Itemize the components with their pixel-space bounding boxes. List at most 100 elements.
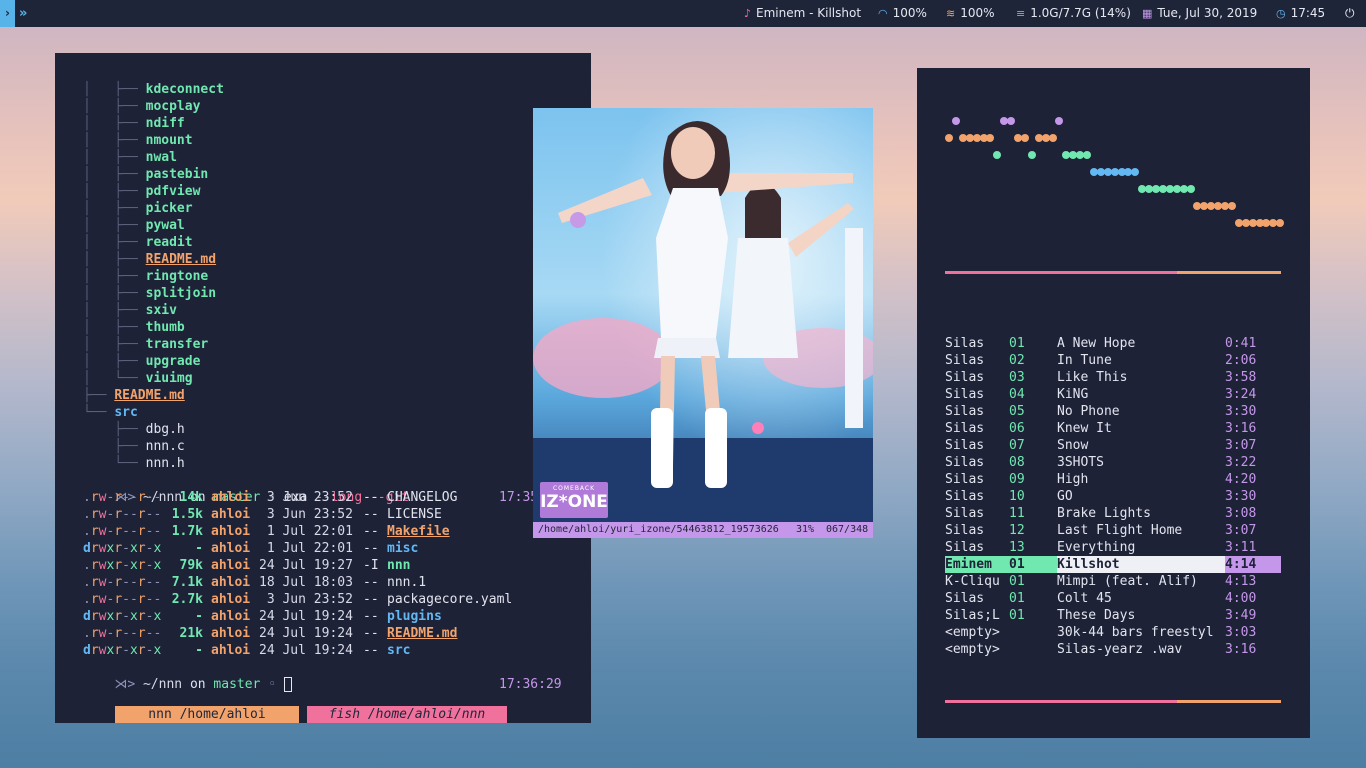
file-size: - (195, 643, 203, 658)
tree-entry-name[interactable]: nwal (146, 150, 177, 165)
file-name[interactable]: Makefile (387, 523, 450, 540)
tree-entry-name[interactable]: mocplay (146, 99, 201, 114)
file-name[interactable]: nnn (387, 557, 410, 574)
playlist-row[interactable]: Silas 11 Brake Lights 3:08 (945, 505, 1281, 522)
prompt-path: ~/nnn (142, 677, 183, 692)
track-number: 03 (1009, 370, 1025, 385)
playlist-row[interactable]: Silas 01 A New Hope 0:41 (945, 335, 1281, 352)
tree-entry-name[interactable]: ringtone (146, 269, 209, 284)
tree-line: │ ├── README.md (83, 251, 216, 268)
memory-module[interactable]: ≡ 1.0G/7.7G (14%) (1016, 0, 1131, 27)
tree-branch: │ ├── (83, 116, 146, 131)
file-name[interactable]: CHANGELOG (387, 489, 457, 506)
power-icon[interactable]: ⏻ (1345, 0, 1355, 27)
playlist-row[interactable]: Silas 13 Everything 3:11 (945, 539, 1281, 556)
file-name[interactable]: plugins (387, 608, 442, 625)
playlist-row[interactable]: Silas 05 No Phone 3:30 (945, 403, 1281, 420)
tree-entry-name[interactable]: pastebin (146, 167, 209, 182)
tree-entry-name[interactable]: kdeconnect (146, 82, 224, 97)
file-name[interactable]: nnn.1 (387, 574, 426, 591)
tree-entry-name[interactable]: transfer (146, 337, 209, 352)
shell-prompt-line-current[interactable]: ⋊> ~/nnn on master ◦ 17:36:29 (83, 659, 563, 692)
tree-entry-name[interactable]: upgrade (146, 354, 201, 369)
track-artist: Silas (945, 353, 985, 368)
track-duration: 3:24 (1225, 387, 1257, 402)
playlist-row[interactable]: Silas 07 Snow 3:07 (945, 437, 1281, 454)
tmux-tab-fish[interactable]: fish /home/ahloi/nnn (307, 706, 507, 723)
file-name[interactable]: src (387, 642, 410, 659)
tree-line: ├── README.md (83, 387, 185, 404)
playlist-row[interactable]: <empty> Silas-yearz .wav 3:16 (945, 641, 1281, 658)
file-name[interactable]: LICENSE (387, 506, 442, 523)
tree-entry-name[interactable]: nmount (146, 133, 193, 148)
playlist-row-playing[interactable]: Eminem 01 Killshot 4:14 (945, 556, 1281, 573)
playlist-row[interactable]: Silas 08 3SHOTS 3:22 (945, 454, 1281, 471)
file-name[interactable]: README.md (387, 625, 457, 642)
permissions: drwxr-xr-x (83, 541, 162, 556)
tree-entry-name[interactable]: pdfview (146, 184, 201, 199)
now-playing-module[interactable]: ♪ Eminem - Killshot (744, 0, 861, 27)
playlist-row[interactable]: Silas 09 High 4:20 (945, 471, 1281, 488)
file-name[interactable]: packagecore.yaml (387, 591, 512, 608)
tree-entry-name[interactable]: dbg.h (146, 422, 185, 437)
playlist-row[interactable]: <empty> 30k-44 bars freestyl 3:03 (945, 624, 1281, 641)
tree-entry-name[interactable]: readit (146, 235, 193, 250)
clock-module[interactable]: ◷ 17:45 (1276, 0, 1325, 27)
playlist-row[interactable]: Silas;L 01 These Days 3:49 (945, 607, 1281, 624)
track-duration: 4:00 (1225, 591, 1257, 606)
playlist-row[interactable]: Silas 04 KiNG 3:24 (945, 386, 1281, 403)
playlist-row[interactable]: Silas 03 Like This 3:58 (945, 369, 1281, 386)
visualizer-dot (1227, 202, 1236, 210)
text-cursor[interactable] (283, 677, 292, 692)
tree-branch: │ ├── (83, 201, 146, 216)
tree-entry-name[interactable]: README.md (114, 388, 184, 403)
tree-entry-name[interactable]: README.md (146, 252, 216, 267)
track-artist: Silas (945, 506, 985, 521)
listing-row: .rw-r--r-- 1.7k ahloi 1 Jul 22:01 -- Makefil… (83, 523, 450, 540)
track-title: These Days (1057, 608, 1136, 623)
tree-entry-name[interactable]: nnn.h (146, 456, 185, 471)
memory-icon: ≡ (1016, 7, 1026, 20)
playlist-row[interactable]: Silas 12 Last Flight Home 3:07 (945, 522, 1281, 539)
workspace-indicator[interactable]: › (0, 0, 15, 27)
date-module[interactable]: ▦ Tue, Jul 30, 2019 (1142, 0, 1257, 27)
tree-entry-name[interactable]: viuimg (146, 371, 193, 386)
tree-entry-name[interactable]: splitjoin (146, 286, 216, 301)
git-status: -- (363, 507, 379, 522)
file-name[interactable]: misc (387, 540, 418, 557)
tree-branch: │ ├── (83, 167, 146, 182)
tree-line: └── src (83, 404, 138, 421)
wifi-module[interactable]: ≋ 100% (946, 0, 995, 27)
tree-branch: │ ├── (83, 99, 146, 114)
visualizer-dot (1007, 117, 1016, 125)
terminal-window[interactable]: │ ├── kdeconnect │ ├── mocplay │ ├── ndiff… (55, 53, 591, 723)
playlist-row[interactable]: Silas 01 Colt 45 4:00 (945, 590, 1281, 607)
tree-entry-name[interactable]: ndiff (146, 116, 185, 131)
tree-branch: │ ├── (83, 150, 146, 165)
playlist-row[interactable]: Silas 10 GO 3:30 (945, 488, 1281, 505)
playlist-row[interactable]: Silas 02 In Tune 2:06 (945, 352, 1281, 369)
tree-entry-name[interactable]: pywal (146, 218, 185, 233)
progress-bar-remaining[interactable] (1177, 271, 1281, 274)
permissions: .rw-r--r-- (83, 490, 162, 505)
tree-entry-name[interactable]: thumb (146, 320, 185, 335)
workspace-next-icon[interactable]: » (19, 0, 27, 27)
track-number: 09 (1009, 472, 1025, 487)
tree-entry-name[interactable]: sxiv (146, 303, 177, 318)
wifi-icon: ≋ (946, 7, 956, 20)
tree-branch: └── (83, 405, 115, 420)
image-viewer-window[interactable]: COMEBACK IZ*ONE /home/ahloi/yuri_izone/5… (533, 108, 873, 538)
file-date: 3 Jun 23:52 (259, 490, 353, 505)
playlist-row[interactable]: Silas 06 Knew It 3:16 (945, 420, 1281, 437)
tree-entry-name[interactable]: picker (146, 201, 193, 216)
tree-entry-name[interactable]: src (114, 405, 137, 420)
track-title: No Phone (1057, 404, 1120, 419)
playlist-row[interactable]: K-Cliqu 01 Mimpi (feat. Alif) 4:13 (945, 573, 1281, 590)
volume-module[interactable]: ◠ 100% (878, 0, 927, 27)
tmux-tab-nnn[interactable]: nnn /home/ahloi (115, 706, 299, 723)
tree-entry-name[interactable]: nnn.c (146, 439, 185, 454)
progress-bar-played[interactable] (945, 271, 1177, 274)
logo-title: IZ*ONE (540, 492, 608, 512)
track-title: A New Hope (1057, 336, 1136, 351)
music-player-window[interactable]: Silas 01 A New Hope 0:41 Silas 02 In Tune 2:06 S… (917, 68, 1310, 738)
